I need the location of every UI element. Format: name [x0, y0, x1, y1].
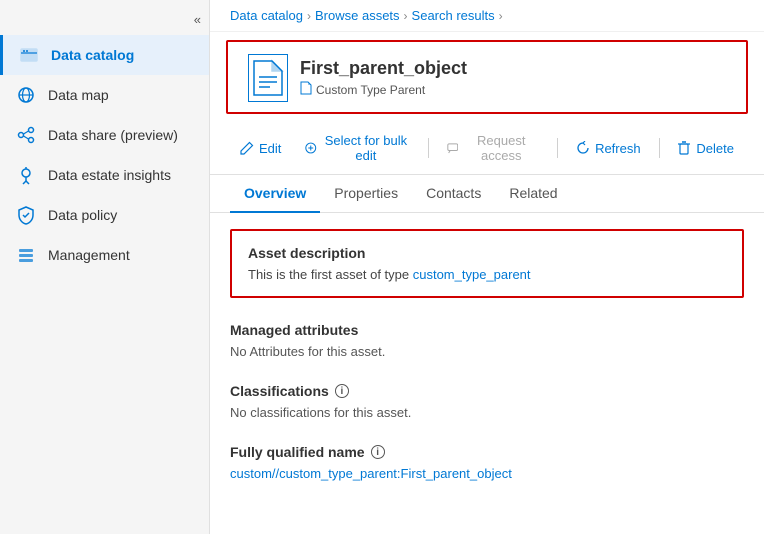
sidebar-item-label: Data policy — [48, 207, 117, 223]
edit-button[interactable]: Edit — [230, 136, 291, 161]
breadcrumb-data-catalog[interactable]: Data catalog — [230, 8, 303, 23]
sidebar-item-label: Data catalog — [51, 47, 134, 63]
breadcrumb-search-results[interactable]: Search results — [412, 8, 495, 23]
data-share-icon — [16, 125, 36, 145]
asset-type-label: Custom Type Parent — [316, 83, 425, 97]
managed-attributes-title: Managed attributes — [230, 322, 744, 338]
breadcrumb: Data catalog › Browse assets › Search re… — [210, 0, 764, 32]
fully-qualified-name-title: Fully qualified name i — [230, 444, 744, 460]
sidebar-collapse-button[interactable]: « — [0, 8, 209, 35]
content-area: Asset description This is the first asse… — [210, 213, 764, 534]
classifications-empty: No classifications for this asset. — [230, 405, 744, 420]
toolbar: Edit Select for bulk edit Request access — [210, 122, 764, 175]
sidebar-item-label: Management — [48, 247, 130, 263]
data-policy-icon — [16, 205, 36, 225]
file-icon — [252, 59, 284, 97]
asset-description-box: Asset description This is the first asse… — [230, 229, 744, 298]
managed-attributes-empty: No Attributes for this asset. — [230, 344, 744, 359]
toolbar-separator — [428, 138, 429, 158]
asset-type-icon — [300, 81, 312, 98]
sidebar-item-label: Data estate insights — [48, 167, 171, 183]
asset-title: First_parent_object — [300, 58, 467, 79]
delete-icon — [677, 141, 691, 155]
asset-subtitle: Custom Type Parent — [300, 81, 467, 98]
toolbar-separator-3 — [659, 138, 660, 158]
toolbar-separator-2 — [557, 138, 558, 158]
breadcrumb-browse-assets[interactable]: Browse assets — [315, 8, 400, 23]
edit-icon — [240, 141, 254, 155]
asset-icon — [248, 54, 288, 102]
delete-button[interactable]: Delete — [667, 136, 744, 161]
sidebar-item-label: Data map — [48, 87, 109, 103]
data-map-icon — [16, 85, 36, 105]
plus-circle-icon — [305, 141, 317, 155]
tab-contacts[interactable]: Contacts — [412, 175, 495, 213]
sidebar-item-data-estate[interactable]: Data estate insights — [0, 155, 209, 195]
sidebar-item-data-map[interactable]: Data map — [0, 75, 209, 115]
breadcrumb-sep-3: › — [499, 9, 503, 23]
tab-properties[interactable]: Properties — [320, 175, 412, 213]
managed-attributes-section: Managed attributes No Attributes for thi… — [230, 322, 744, 359]
classifications-title: Classifications i — [230, 383, 744, 399]
data-estate-icon — [16, 165, 36, 185]
sidebar-item-label: Data share (preview) — [48, 127, 178, 143]
sidebar-item-management[interactable]: Management — [0, 235, 209, 275]
bulk-edit-button[interactable]: Select for bulk edit — [295, 128, 420, 168]
asset-title-block: First_parent_object Custom Type Parent — [300, 58, 467, 98]
description-title: Asset description — [248, 245, 726, 261]
classifications-info-icon[interactable]: i — [335, 384, 349, 398]
fully-qualified-name-section: Fully qualified name i custom//custom_ty… — [230, 444, 744, 481]
data-catalog-icon — [19, 45, 39, 65]
classifications-section: Classifications i No classifications for… — [230, 383, 744, 420]
sidebar-item-data-catalog[interactable]: Data catalog — [0, 35, 209, 75]
description-text-before: This is the first asset of type — [248, 267, 413, 282]
request-access-button[interactable]: Request access — [437, 128, 550, 168]
tabs: Overview Properties Contacts Related — [210, 175, 764, 213]
main-content: Data catalog › Browse assets › Search re… — [210, 0, 764, 534]
description-link[interactable]: custom_type_parent — [413, 267, 531, 282]
asset-header: First_parent_object Custom Type Parent — [226, 40, 748, 114]
sidebar: « Data catalog Data map — [0, 0, 210, 534]
fully-qualified-name-value: custom//custom_type_parent:First_parent_… — [230, 466, 744, 481]
chat-icon — [447, 141, 459, 155]
sidebar-item-data-share[interactable]: Data share (preview) — [0, 115, 209, 155]
fully-qualified-name-info-icon[interactable]: i — [371, 445, 385, 459]
refresh-button[interactable]: Refresh — [566, 136, 651, 161]
breadcrumb-sep-1: › — [307, 9, 311, 23]
tab-related[interactable]: Related — [495, 175, 571, 213]
sidebar-item-data-policy[interactable]: Data policy — [0, 195, 209, 235]
tab-overview[interactable]: Overview — [230, 175, 320, 213]
refresh-icon — [576, 141, 590, 155]
breadcrumb-sep-2: › — [404, 9, 408, 23]
description-text: This is the first asset of type custom_t… — [248, 267, 726, 282]
management-icon — [16, 245, 36, 265]
